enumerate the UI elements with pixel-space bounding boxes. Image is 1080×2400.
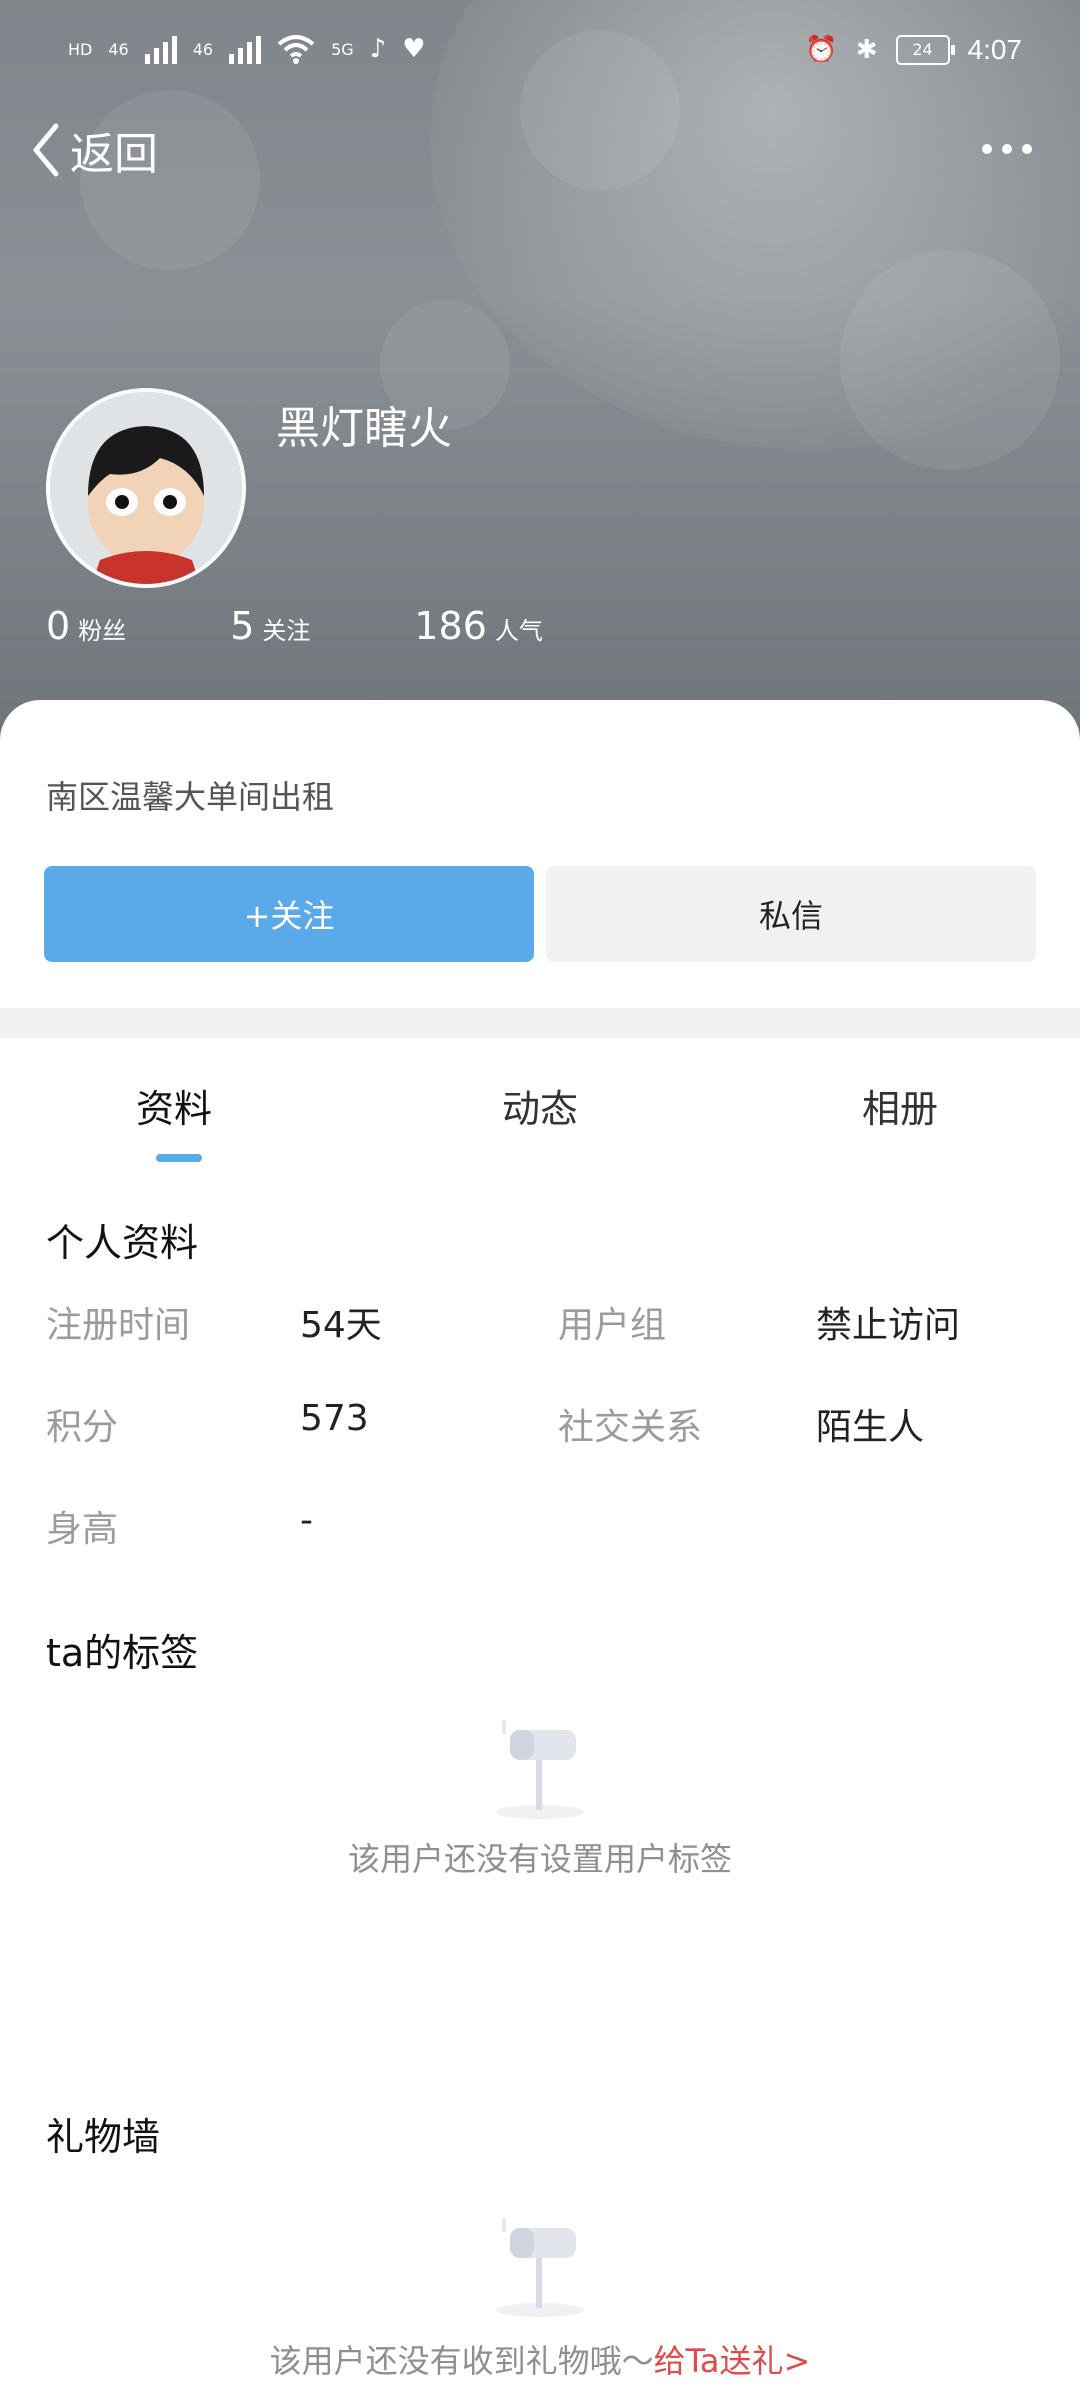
detail-key: 身高 (46, 1509, 119, 1550)
heart-icon: ♥ (402, 34, 426, 64)
mailbox-icon (496, 2218, 584, 2317)
detail-key: 注册时间 (46, 1305, 191, 1346)
background-flower (840, 250, 1060, 470)
stat-label: 人气 (494, 617, 543, 645)
detail-row: 注册时间 54天 用户组 禁止访问 (46, 1296, 1046, 1356)
mailbox-icon (496, 1720, 584, 1819)
profile-card: 南区温馨大单间出租 +关注 私信 资料 动态 相册 个人资料 注册时间 54天 … (0, 700, 1080, 2400)
tab-album[interactable]: 相册 (862, 1078, 938, 1133)
network-type-label: 46 (108, 39, 129, 59)
detail-row: 身高 - (46, 1500, 1046, 1560)
follow-button[interactable]: +关注 (44, 866, 534, 962)
signal-icon-2 (229, 34, 262, 64)
avatar[interactable] (46, 388, 246, 588)
stat-value: 5 (230, 604, 255, 648)
stat-value: 0 (46, 604, 71, 648)
battery-icon: 24 (895, 35, 955, 65)
stat-label: 关注 (262, 617, 311, 645)
section-title-tags: ta的标签 (46, 1631, 199, 1675)
private-message-button[interactable]: 私信 (546, 866, 1036, 962)
detail-value: 573 (300, 1398, 369, 1439)
alarm-icon: ⏰ (805, 35, 838, 65)
send-gift-link[interactable]: 给Ta送礼> (654, 2342, 811, 2380)
more-dots-icon[interactable] (982, 144, 1032, 154)
bio-text: 南区温馨大单间出租 (46, 778, 335, 816)
tags-empty-text: 该用户还没有设置用户标签 (347, 1840, 732, 1878)
status-right: ⏰ ✱ 24 4:07 (805, 34, 1022, 66)
clock: 4:07 (967, 34, 1023, 65)
tab-activity[interactable]: 动态 (502, 1078, 578, 1133)
stat-value: 186 (414, 604, 487, 648)
tab-profile[interactable]: 资料 (136, 1078, 212, 1133)
detail-key: 社交关系 (558, 1407, 703, 1448)
profile-tabs: 资料 动态 相册 (0, 1038, 1080, 1166)
detail-value: - (300, 1500, 313, 1541)
avatar-illustration (50, 392, 242, 584)
stat-label: 粉丝 (78, 617, 127, 645)
back-button[interactable]: 返回 (28, 118, 158, 182)
chevron-left-icon (33, 123, 59, 177)
detail-row: 积分 573 社交关系 陌生人 (46, 1398, 1046, 1458)
stat-following[interactable]: 5 关注 (230, 604, 310, 648)
detail-key: 积分 (46, 1407, 119, 1448)
wifi-icon (277, 35, 315, 64)
section-divider (0, 1008, 1080, 1038)
section-title-details: 个人资料 (46, 1221, 199, 1265)
status-left: HD 46 46 5G ♪ ♥ (68, 34, 426, 64)
gifts-empty-line: 该用户还没有收到礼物哦～给Ta送礼> (0, 2336, 1080, 2382)
detail-value: 54天 (300, 1305, 382, 1346)
gifts-empty-text: 该用户还没有收到礼物哦～ (269, 2342, 654, 2380)
stat-popularity: 186 人气 (414, 604, 543, 648)
bluetooth-icon: ✱ (855, 35, 878, 65)
detail-value: 陌生人 (816, 1407, 925, 1448)
music-icon: ♪ (369, 34, 387, 64)
nickname: 黑灯瞎火 (276, 403, 452, 454)
detail-key: 用户组 (558, 1305, 667, 1346)
section-title-gifts: 礼物墙 (46, 2115, 161, 2159)
hd-icon: HD (68, 39, 93, 59)
5g-label: 5G (331, 39, 354, 59)
profile-stats: 0 粉丝 5 关注 186 人气 (46, 604, 647, 648)
back-label: 返回 (70, 129, 158, 180)
network-type-label-2: 46 (192, 39, 214, 59)
signal-icon (144, 34, 177, 64)
stat-fans[interactable]: 0 粉丝 (46, 604, 126, 648)
active-tab-indicator (156, 1154, 202, 1162)
detail-value: 禁止访问 (816, 1305, 961, 1346)
battery-level: 24 (912, 40, 933, 59)
status-bar: HD 46 46 5G ♪ ♥ ⏰ ✱ 24 4:07 (0, 0, 1080, 106)
